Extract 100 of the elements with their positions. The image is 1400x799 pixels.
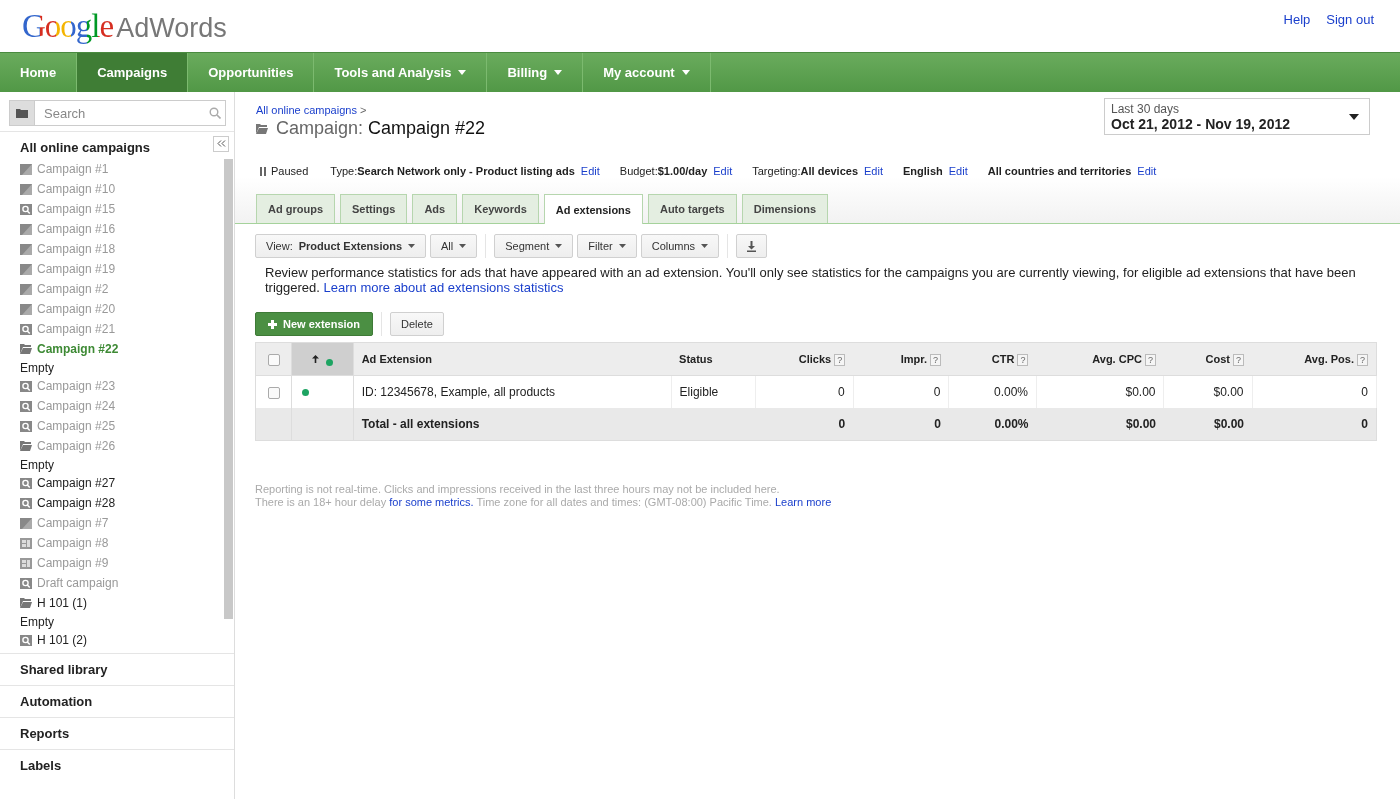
- setting-text: English: [903, 165, 943, 177]
- metrics-link[interactable]: for some metrics.: [389, 496, 474, 508]
- download-button[interactable]: [736, 234, 768, 258]
- caret-icon: [701, 244, 709, 248]
- learn-more-link[interactable]: Learn more about ad extensions statistics: [323, 280, 564, 295]
- tree-title[interactable]: All online campaigns: [20, 140, 151, 155]
- tab[interactable]: Ads: [412, 194, 458, 223]
- open-folder-icon: [256, 123, 268, 134]
- help-icon[interactable]: ?: [834, 353, 846, 366]
- tab[interactable]: Dimensions: [741, 194, 829, 223]
- column-header[interactable]: Cost ?: [1164, 342, 1252, 376]
- column-header[interactable]: Ad Extension: [353, 342, 672, 376]
- magnifier-icon: [20, 203, 32, 215]
- sidebar-section[interactable]: Labels: [0, 749, 234, 781]
- column-header[interactable]: CTR ?: [949, 342, 1037, 376]
- menu-dropdown[interactable]: Columns: [640, 234, 720, 258]
- setting-text: All countries and territories: [987, 165, 1132, 177]
- delete-button[interactable]: Delete: [390, 312, 444, 336]
- grid-icon: [20, 537, 32, 549]
- tab[interactable]: Ad groups: [256, 194, 335, 223]
- total-cell: 0: [1252, 408, 1377, 441]
- column-header[interactable]: Avg. CPC ?: [1036, 342, 1164, 376]
- folder-icon: [16, 108, 28, 118]
- campaign-item[interactable]: Campaign #27: [20, 473, 119, 493]
- help-icon[interactable]: ?: [1017, 353, 1029, 366]
- edit-link[interactable]: Edit: [864, 165, 883, 177]
- learn-more-link[interactable]: Learn more: [775, 496, 832, 508]
- open-folder-icon: [20, 598, 32, 608]
- total-cell: 0.00%: [949, 408, 1037, 441]
- column-header[interactable]: Clicks ?: [755, 342, 854, 376]
- header-link[interactable]: Sign out: [1326, 12, 1374, 27]
- edit-link[interactable]: Edit: [713, 165, 733, 177]
- magnifier-icon: [20, 323, 32, 335]
- menu-dropdown[interactable]: Filter: [577, 234, 637, 258]
- checkbox[interactable]: [267, 386, 280, 399]
- magnifier-icon: [20, 400, 32, 412]
- grid-icon: [20, 557, 32, 569]
- magnifier-icon: [20, 477, 32, 489]
- empty-label: Empty: [20, 359, 55, 376]
- double-chevron-icon: [216, 140, 226, 147]
- total-cell: 0: [755, 408, 854, 441]
- paused-campaign-icon: [20, 263, 32, 275]
- column-header[interactable]: Avg. Pos. ?: [1252, 342, 1377, 376]
- help-icon[interactable]: ?: [1357, 353, 1368, 366]
- total-cell: 0: [853, 408, 949, 441]
- new-extension-button[interactable]: New extension: [255, 312, 374, 336]
- open-folder-icon: [20, 344, 32, 354]
- campaign-item[interactable]: Campaign #28: [20, 493, 119, 513]
- search-icon: [209, 107, 221, 119]
- magnifier-icon: [20, 380, 32, 392]
- magnifier-icon: [20, 577, 32, 589]
- search-field[interactable]: Search: [35, 100, 226, 126]
- tab[interactable]: Settings: [340, 194, 408, 223]
- campaign-item[interactable]: Campaign #22: [20, 339, 119, 359]
- breadcrumb-link[interactable]: All online campaigns: [256, 104, 357, 116]
- column-header[interactable]: Status: [671, 342, 756, 376]
- sidebar-section[interactable]: Shared library: [0, 653, 234, 685]
- edit-link[interactable]: Edit: [948, 165, 968, 177]
- column-header[interactable]: Impr. ?: [853, 342, 949, 376]
- edit-link[interactable]: Edit: [1137, 165, 1157, 177]
- empty-label: Empty: [20, 613, 55, 630]
- checkbox[interactable]: [267, 353, 280, 366]
- note-text: There is an 18+ hour delay: [255, 496, 387, 508]
- sidebar-section[interactable]: Reports: [0, 717, 234, 749]
- campaign-status: Paused: [271, 165, 309, 177]
- caret-icon: [555, 244, 563, 248]
- sidebar-section[interactable]: Automation: [0, 685, 234, 717]
- campaign-item[interactable]: H 101 (2): [20, 630, 119, 650]
- caret-icon: [408, 244, 415, 248]
- campaign-title: Campaign #22: [368, 118, 486, 139]
- empty-label: Empty: [20, 456, 55, 473]
- menu-dropdown[interactable]: Segment: [494, 234, 574, 258]
- caret-icon: [618, 244, 626, 248]
- campaign-item[interactable]: H 101 (1): [20, 593, 119, 613]
- header-link[interactable]: Help: [1283, 12, 1311, 27]
- sort-status-header[interactable]: [311, 354, 333, 366]
- caret-icon: [459, 244, 467, 248]
- tab[interactable]: Auto targets: [647, 194, 737, 223]
- magnifier-icon: [20, 634, 32, 646]
- folder-button[interactable]: [9, 100, 35, 126]
- edit-link[interactable]: Edit: [580, 165, 600, 177]
- scrollbar[interactable]: [224, 159, 233, 619]
- breadcrumb-separator: >: [359, 104, 367, 116]
- view-dropdown[interactable]: View: Product Extensions: [255, 234, 426, 258]
- collapse-button[interactable]: [213, 135, 229, 152]
- help-icon[interactable]: ?: [1233, 353, 1244, 366]
- nav-tab[interactable]: Campaigns: [77, 53, 189, 92]
- help-icon[interactable]: ?: [1144, 353, 1156, 366]
- status-dot: [302, 389, 310, 396]
- magnifier-icon: [20, 420, 32, 432]
- paused-campaign-icon: [20, 223, 32, 235]
- open-folder-icon: [20, 441, 32, 451]
- date-range-picker[interactable]: Last 30 days Oct 21, 2012 - Nov 19, 2012: [1104, 98, 1370, 135]
- pause-icon: [260, 166, 266, 176]
- tab[interactable]: Keywords: [462, 194, 539, 223]
- help-icon[interactable]: ?: [929, 353, 941, 366]
- tab[interactable]: Ad extensions: [543, 194, 643, 224]
- menu-dropdown[interactable]: All: [430, 234, 478, 258]
- total-cell: $0.00: [1164, 408, 1252, 441]
- magnifier-icon: [20, 497, 32, 509]
